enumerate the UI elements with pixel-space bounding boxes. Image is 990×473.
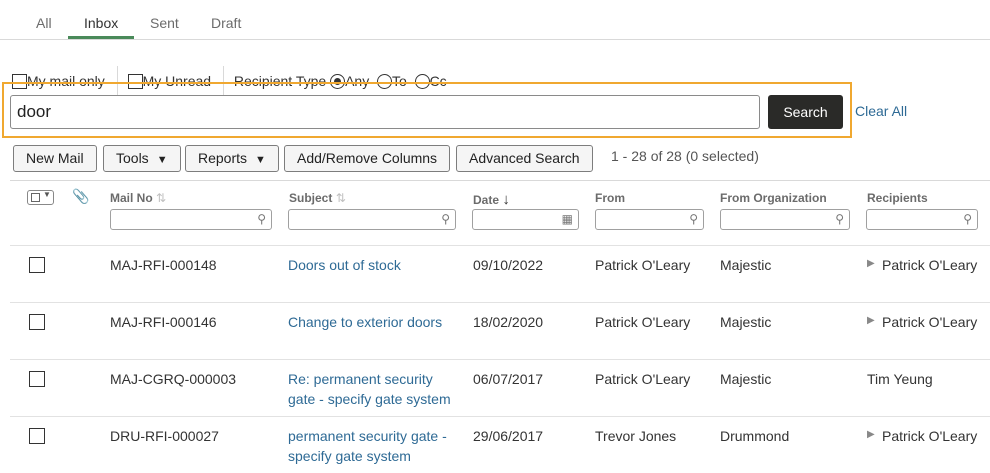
reports-label: Reports xyxy=(198,150,248,166)
date-cell: 29/06/2017 xyxy=(473,428,544,444)
search-icon: ⚲ xyxy=(963,212,972,226)
organization-cell: Drummond xyxy=(720,428,790,444)
organization-cell: Majestic xyxy=(720,371,772,387)
row-checkbox[interactable] xyxy=(29,371,45,387)
column-label: From xyxy=(595,191,625,205)
mail-no-filter-input[interactable]: ⚲ xyxy=(110,209,272,230)
column-header-subject[interactable]: Subject ⇅ xyxy=(289,191,346,205)
recipient-cell: Patrick O'Leary xyxy=(882,428,978,444)
recipient-cell: Patrick O'Leary xyxy=(882,257,978,273)
add-remove-columns-button[interactable]: Add/Remove Columns xyxy=(284,145,451,172)
row-checkbox[interactable] xyxy=(29,314,45,330)
subject-link[interactable]: Re: permanent security xyxy=(288,369,433,389)
recipient-cell: Tim Yeung xyxy=(867,371,933,387)
chevron-down-icon: ▼ xyxy=(43,190,51,199)
date-filter-input[interactable]: ▦ xyxy=(472,209,579,230)
row-checkbox[interactable] xyxy=(29,428,45,444)
from-cell: Patrick O'Leary xyxy=(595,257,691,273)
row-divider xyxy=(10,416,990,417)
search-button[interactable]: Search xyxy=(768,95,843,129)
row-divider xyxy=(10,302,990,303)
tab-inbox[interactable]: Inbox xyxy=(84,15,118,31)
mail-no-cell: DRU-RFI-000027 xyxy=(110,428,219,444)
column-header-mail-no[interactable]: Mail No ⇅ xyxy=(110,191,166,205)
subject-link-continued[interactable]: gate - specify gate system xyxy=(288,389,451,409)
column-header-from[interactable]: From xyxy=(595,191,625,205)
subject-filter-input[interactable]: ⚲ xyxy=(288,209,456,230)
mail-tabs: All Inbox Sent Draft xyxy=(0,0,990,40)
mail-no-cell: MAJ-RFI-000146 xyxy=(110,314,217,330)
advanced-search-label: Advanced Search xyxy=(469,150,580,166)
date-cell: 18/02/2020 xyxy=(473,314,544,330)
subject-link[interactable]: permanent security gate - xyxy=(288,426,447,446)
subject-link[interactable]: Doors out of stock xyxy=(288,255,401,275)
chevron-down-icon: ▼ xyxy=(255,154,266,166)
new-mail-button[interactable]: New Mail xyxy=(13,145,97,172)
from-organization-filter-input[interactable]: ⚲ xyxy=(720,209,850,230)
column-label: From Organization xyxy=(720,191,827,205)
calendar-icon[interactable]: ▦ xyxy=(562,212,573,226)
grid-divider xyxy=(10,180,990,181)
column-label: Date xyxy=(473,193,500,207)
expand-recipients-icon[interactable]: ▶ xyxy=(867,429,875,440)
column-label: Recipients xyxy=(867,191,928,205)
tools-menu-button[interactable]: Tools ▼ xyxy=(103,145,181,172)
recipient-cell: Patrick O'Leary xyxy=(882,314,978,330)
expand-recipients-icon[interactable]: ▶ xyxy=(867,315,875,326)
search-icon: ⚲ xyxy=(257,212,266,226)
column-header-date[interactable]: Date ↓ xyxy=(473,191,510,208)
recipients-filter-input[interactable]: ⚲ xyxy=(866,209,978,230)
mail-no-cell: MAJ-RFI-000148 xyxy=(110,257,217,273)
active-tab-indicator xyxy=(68,36,134,39)
from-cell: Patrick O'Leary xyxy=(595,371,691,387)
row-divider xyxy=(10,245,990,246)
column-label: Mail No xyxy=(110,191,153,205)
sort-icon: ⇅ xyxy=(335,191,346,205)
mail-no-cell: MAJ-CGRQ-000003 xyxy=(110,371,237,387)
organization-cell: Majestic xyxy=(720,314,772,330)
row-divider xyxy=(10,359,990,360)
subject-link[interactable]: Change to exterior doors xyxy=(288,312,442,332)
date-cell: 09/10/2022 xyxy=(473,257,544,273)
column-header-recipients[interactable]: Recipients xyxy=(867,191,928,205)
search-input[interactable]: door xyxy=(10,95,760,129)
expand-recipients-icon[interactable]: ▶ xyxy=(867,258,875,269)
sort-icon: ⇅ xyxy=(156,191,167,205)
from-cell: Patrick O'Leary xyxy=(595,314,691,330)
search-icon: ⚲ xyxy=(689,212,698,226)
chevron-down-icon: ▼ xyxy=(156,154,168,166)
sort-descending-icon: ↓ xyxy=(502,191,510,208)
search-icon: ⚲ xyxy=(835,212,844,226)
tools-label: Tools xyxy=(116,150,149,166)
from-filter-input[interactable]: ⚲ xyxy=(595,209,704,230)
reports-menu-button[interactable]: Reports ▼ xyxy=(185,145,279,172)
result-count: 1 - 28 of 28 (0 selected) xyxy=(611,148,759,164)
column-header-from-organization[interactable]: From Organization xyxy=(720,191,827,205)
search-icon: ⚲ xyxy=(441,212,450,226)
attachment-icon: 📎 xyxy=(72,188,90,204)
select-all-checkbox[interactable]: ▼ xyxy=(27,190,54,205)
date-cell: 06/07/2017 xyxy=(473,371,544,387)
clear-all-link[interactable]: Clear All xyxy=(855,103,907,119)
tab-all[interactable]: All xyxy=(36,15,52,31)
advanced-search-button[interactable]: Advanced Search xyxy=(456,145,593,172)
organization-cell: Majestic xyxy=(720,257,772,273)
new-mail-label: New Mail xyxy=(26,150,84,166)
row-checkbox[interactable] xyxy=(29,257,45,273)
from-cell: Trevor Jones xyxy=(595,428,677,444)
tab-sent[interactable]: Sent xyxy=(150,15,179,31)
checkbox-icon xyxy=(31,193,40,202)
column-label: Subject xyxy=(289,191,333,205)
tab-draft[interactable]: Draft xyxy=(211,15,241,31)
subject-link-continued[interactable]: specify gate system xyxy=(288,446,411,466)
add-remove-columns-label: Add/Remove Columns xyxy=(297,150,438,166)
